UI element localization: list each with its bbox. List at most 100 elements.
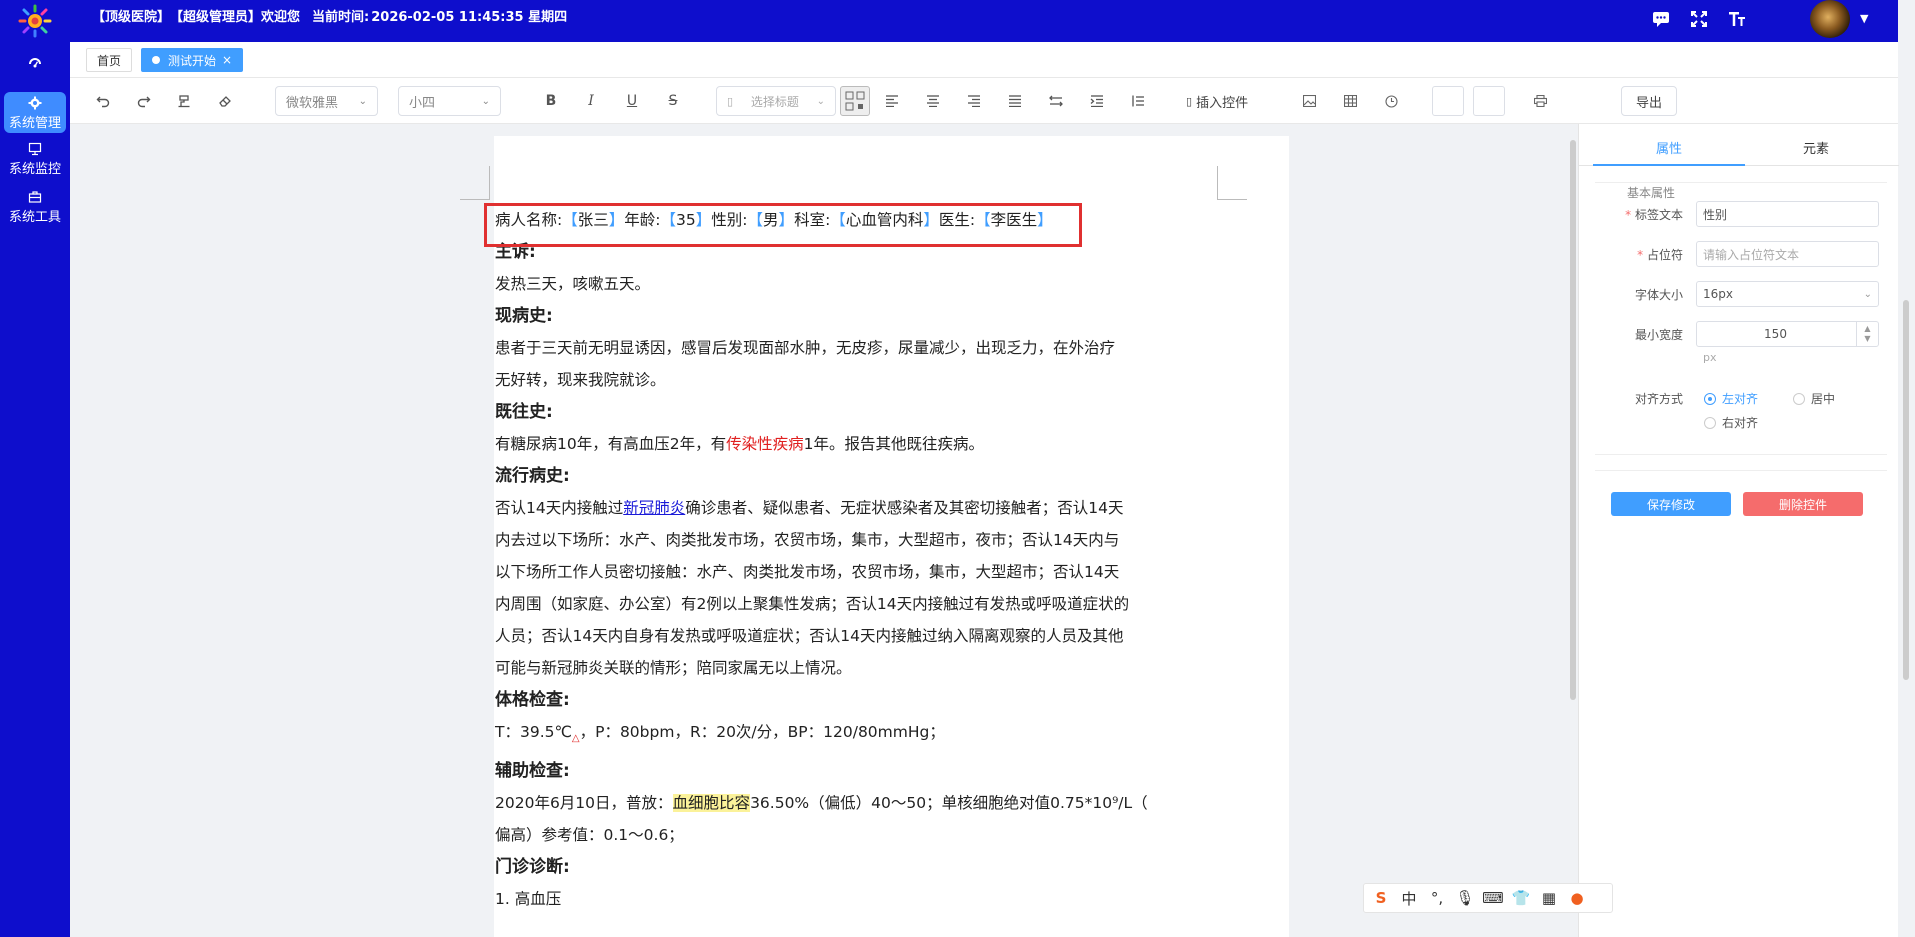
- radio-icon: [1704, 416, 1716, 429]
- align-left-icon[interactable]: [881, 90, 903, 112]
- font-size-select[interactable]: 16px ⌄: [1696, 281, 1879, 307]
- physical-exam-text: T：39.5℃△，P：80bpm，R：20次/分，BP：120/80mmHg；: [495, 716, 1155, 755]
- tab-properties[interactable]: 属性: [1656, 138, 1682, 157]
- epidemic-line: 以下场所工作人员密切接触：水产、肉类批发市场，农贸市场，集市，大型超市；否认14…: [495, 563, 1120, 581]
- message-icon[interactable]: [1650, 8, 1672, 30]
- insert-control-label: 插入控件: [1196, 95, 1249, 111]
- redo-icon[interactable]: [133, 90, 155, 112]
- font-family-select[interactable]: 微软雅黑 ⌄: [275, 86, 378, 116]
- radio-align-center[interactable]: 居中: [1793, 390, 1835, 407]
- radio-label: 右对齐: [1722, 416, 1759, 430]
- editor-scrollbar[interactable]: [1570, 140, 1576, 700]
- label-text-label: * 标签文本: [1603, 206, 1683, 223]
- align-justify-icon[interactable]: [1004, 90, 1026, 112]
- top-bar: 【顶级医院】 【超级管理员】欢迎您 当前时间: 2026-02-05 11:45…: [0, 0, 1898, 42]
- warning-mark-icon: △: [571, 733, 580, 744]
- sidebar-item-system-management[interactable]: 系统管理: [4, 92, 66, 133]
- punctuation-icon[interactable]: °,: [1428, 889, 1446, 907]
- covid-link[interactable]: 新冠肺炎: [623, 499, 685, 517]
- image-icon[interactable]: [1298, 90, 1320, 112]
- save-button[interactable]: 保存修改: [1611, 492, 1731, 516]
- ime-language-toggle[interactable]: 中: [1400, 888, 1418, 909]
- eraser-icon[interactable]: [214, 90, 236, 112]
- chief-complaint-text: 发热三天，咳嗽五天。: [495, 275, 651, 293]
- font-size-icon[interactable]: [1726, 8, 1748, 30]
- strikethrough-icon[interactable]: S: [662, 90, 684, 112]
- document-icon: ▯: [727, 94, 734, 108]
- line-height-icon[interactable]: [1045, 90, 1067, 112]
- dashboard-icon[interactable]: [4, 56, 66, 74]
- skin-icon[interactable]: 👕: [1512, 889, 1531, 907]
- font-color-picker[interactable]: [1432, 86, 1464, 116]
- underline-icon[interactable]: U: [621, 90, 643, 112]
- stepper-arrows-icon[interactable]: ▲ ▼: [1856, 322, 1878, 346]
- tab-label: 首页: [97, 53, 122, 68]
- physical-exam-heading: 体格检查:: [495, 690, 570, 710]
- print-icon[interactable]: [1529, 90, 1551, 112]
- chevron-down-icon: ⌄: [816, 95, 825, 107]
- epidemic-line: 否认14天内接触过新冠肺炎确诊患者、疑似患者、无症状感染者及其密切接触者；否认1…: [495, 492, 1155, 524]
- radio-align-left[interactable]: 左对齐: [1704, 390, 1758, 407]
- min-width-value: 150: [1764, 327, 1787, 341]
- bold-icon[interactable]: B: [540, 90, 562, 112]
- min-width-label: 最小宽度: [1634, 328, 1683, 342]
- font-size-select[interactable]: 小四 ⌄: [398, 86, 501, 116]
- tab-test-start[interactable]: 测试开始 ×: [141, 48, 244, 72]
- tab-home[interactable]: 首页: [86, 48, 133, 72]
- ime-toolbar: S 中 °, 🎙 ⌨ 👕 ▦ ●: [1363, 883, 1613, 913]
- divider: [1595, 454, 1887, 455]
- microphone-icon[interactable]: 🎙: [1455, 889, 1474, 907]
- keyboard-icon[interactable]: ⌨: [1482, 889, 1504, 907]
- delete-control-button[interactable]: 删除控件: [1743, 492, 1863, 516]
- indent-icon[interactable]: [1086, 90, 1108, 112]
- current-time: 2026-02-05 11:45:35 星期四: [371, 10, 568, 25]
- fullscreen-icon[interactable]: [1688, 8, 1710, 30]
- font-size-label: 字体大小: [1634, 288, 1683, 302]
- font-family-value: 微软雅黑: [286, 95, 339, 111]
- present-illness-heading: 现病史:: [495, 306, 553, 326]
- sidebar: 系统管理 系统监控 系统工具: [0, 42, 70, 937]
- placeholder-label: * 占位符: [1603, 246, 1683, 263]
- gear-icon: [28, 96, 42, 110]
- background-color-picker[interactable]: [1473, 86, 1505, 116]
- align-center-icon[interactable]: [922, 90, 944, 112]
- format-painter-icon[interactable]: [173, 90, 195, 112]
- hospital-name: 【顶级医院】: [92, 10, 171, 25]
- chevron-down-icon[interactable]: ▼: [1860, 12, 1868, 25]
- placeholder-input[interactable]: 请输入占位符文本: [1696, 241, 1879, 267]
- mascot-icon[interactable]: ●: [1568, 889, 1586, 907]
- page-scrollbar[interactable]: [1903, 300, 1909, 680]
- sidebar-item-system-monitor[interactable]: 系统监控: [4, 142, 66, 177]
- text-run: 1年。报告其他既往疾病。: [803, 435, 984, 453]
- document-content[interactable]: 病人名称:【张三】年龄:【35】性别:【男】科室:【心血管内科】医生:【李医生】…: [495, 204, 1155, 915]
- heading-select[interactable]: ▯ 选择标题 ⌄: [716, 86, 836, 116]
- min-width-unit: px: [1703, 351, 1717, 364]
- ordered-list-icon[interactable]: [1127, 90, 1149, 112]
- past-history-text: 有糖尿病10年，有高血压2年，有传染性疾病1年。报告其他既往疾病。: [495, 428, 1155, 460]
- epidemic-history-heading: 流行病史:: [495, 466, 570, 486]
- qrcode-icon[interactable]: [840, 86, 870, 116]
- italic-icon[interactable]: I: [580, 90, 602, 112]
- user-avatar[interactable]: [1810, 0, 1850, 38]
- toolbox-icon[interactable]: ▦: [1540, 889, 1558, 907]
- radio-icon: [1704, 392, 1716, 405]
- field-label: 标签文本: [1634, 208, 1683, 222]
- label-text-input[interactable]: 性别: [1696, 201, 1879, 227]
- radio-label: 居中: [1811, 392, 1836, 406]
- insert-control-button[interactable]: ▯ 插入控件: [1186, 90, 1248, 112]
- radio-align-right[interactable]: 右对齐: [1704, 414, 1758, 431]
- align-right-icon[interactable]: [963, 90, 985, 112]
- export-button[interactable]: 导出: [1621, 86, 1677, 116]
- table-icon[interactable]: [1339, 90, 1361, 112]
- logo-icon: [18, 4, 52, 38]
- clock-icon[interactable]: [1380, 90, 1402, 112]
- close-icon[interactable]: ×: [222, 53, 232, 67]
- min-width-stepper[interactable]: 150 ▲ ▼: [1696, 321, 1879, 347]
- epidemic-line: 内去过以下场所：水产、肉类批发市场，农贸市场，集市，大型超市，夜市；否认14天内…: [495, 531, 1120, 549]
- ime-logo-icon[interactable]: S: [1372, 889, 1390, 907]
- sidebar-item-system-tools[interactable]: 系统工具: [4, 190, 66, 225]
- undo-icon[interactable]: [92, 90, 114, 112]
- text-run: 确诊患者、疑似患者、无症状感染者及其密切接触者；否认14天: [685, 499, 1124, 517]
- tab-elements[interactable]: 元素: [1803, 138, 1829, 157]
- sidebar-item-label: 系统监控: [8, 162, 61, 177]
